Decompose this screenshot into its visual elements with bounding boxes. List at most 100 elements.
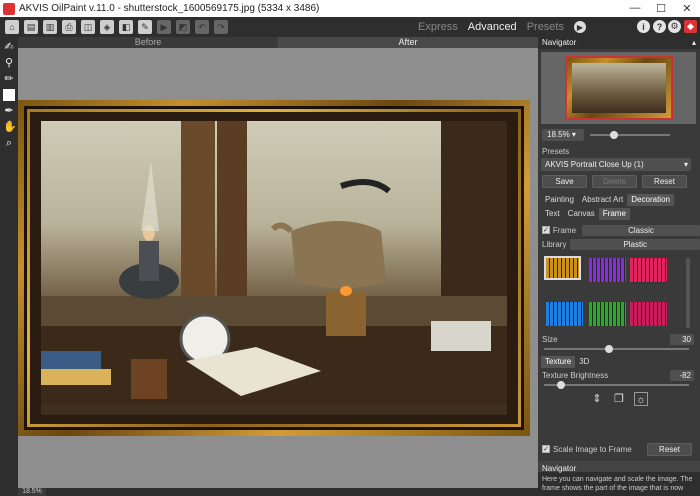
preset-value: AKVIS Portrait Close Up (1) [545,160,644,169]
library-value: Plastic [623,239,647,249]
tab-after[interactable]: After [278,37,538,48]
save-preset-button[interactable]: Save [542,175,587,188]
app-logo-icon [3,2,15,15]
tool-column: ✍ ⚲ ✏ ✒ ✋ ⌕ [0,37,18,496]
navigator-thumbnail[interactable] [565,56,673,120]
print-icon[interactable]: ⎙ [62,20,76,34]
framed-painting [18,100,530,436]
size-input[interactable]: 30 [670,333,694,345]
undo-icon[interactable]: ↶ [195,20,209,34]
mode-switcher: Express Advanced Presets ▶ [418,17,586,37]
maximize-button[interactable]: ☐ [648,2,674,15]
tab-abstract-art[interactable]: Abstract Art [578,194,627,206]
brush-settings-icon[interactable]: ✎ [138,20,152,34]
settings-gear-icon[interactable]: ⚙ [668,20,681,33]
texture-brightness-input[interactable]: -82 [670,369,694,381]
library-label: Library [542,239,567,249]
close-button[interactable]: ✕ [674,2,700,15]
direction-tool-icon[interactable]: ✍ [3,41,15,53]
tab-frame[interactable]: Frame [598,208,630,220]
info-icon[interactable]: i [637,20,650,33]
presets-label: Presets [542,147,570,156]
swatch-scrollbar[interactable] [686,258,690,328]
frame-type-select[interactable]: Classic [582,224,700,236]
mode-advanced[interactable]: Advanced [468,21,517,33]
texture-brightness-slider[interactable] [544,381,689,389]
batch-icon[interactable]: ◫ [81,20,95,34]
scale-image-checkbox[interactable]: ✓ [542,445,550,453]
tab-texture[interactable]: Texture [541,356,576,368]
tab-before[interactable]: Before [18,37,278,48]
zoom-tool-icon[interactable]: ⌕ [3,137,15,149]
sun-brightness-icon[interactable]: ☼ [634,392,648,406]
pencil-tool-icon[interactable]: ✏ [3,73,15,85]
run-processing-icon[interactable]: ▶ [573,21,586,33]
delete-preset-button[interactable]: Delete [592,175,637,188]
canvas-icon[interactable]: ◧ [119,20,133,34]
help-title: Navigator [538,461,700,473]
frame-swatch-grid [542,254,690,332]
gift-icon[interactable]: ◆ [684,20,697,33]
scale-image-label: Scale Image to Frame [553,444,632,454]
stroke-icon[interactable]: ◩ [176,20,190,34]
window-title: AKVIS OilPaint v.11.0 - shutterstock_160… [19,3,320,14]
size-slider[interactable] [544,345,689,353]
toolbar: ⌂ ▤ ▥ ⎙ ◫ ◈ ◧ ✎ ▶ ◩ ↶ ↷ Express Advanced… [0,17,700,37]
color-swatch-icon[interactable] [3,89,15,101]
book-icon[interactable]: ❐ [612,392,626,406]
help-icon[interactable]: ? [653,20,666,33]
save-file-icon[interactable]: ▥ [43,20,57,34]
tab-decoration[interactable]: Decoration [627,194,674,206]
minimize-button[interactable]: — [622,2,648,15]
frame-swatch[interactable] [630,302,667,326]
settings-panel: Navigator ▴ 18.5% ▾ Presets AKVIS Portra… [538,37,700,496]
painting-image [41,121,507,415]
tab-painting[interactable]: Painting [541,194,578,206]
apply-icon[interactable]: ▶ [157,20,171,34]
frame-swatch[interactable] [630,258,667,282]
open-file-icon[interactable]: ▤ [24,20,38,34]
zoom-slider[interactable] [590,131,670,139]
frame-swatch[interactable] [546,302,583,326]
help-text: Here you can navigate and scale the imag… [542,476,693,492]
redo-icon[interactable]: ↷ [214,20,228,34]
zoom-select[interactable]: 18.5% ▾ [542,129,584,141]
zoom-value: 18.5% [547,130,570,139]
tab-3d[interactable]: 3D [575,356,593,368]
navigator-title: Navigator [542,38,577,47]
tab-canvas[interactable]: Canvas [564,208,599,220]
share-icon[interactable]: ◈ [100,20,114,34]
navigator-header[interactable]: Navigator ▴ [538,37,700,49]
tab-text[interactable]: Text [541,208,564,220]
reset-preset-button[interactable]: Reset [642,175,687,188]
navigator-preview[interactable] [541,52,696,124]
reset-scale-button[interactable]: Reset [647,442,692,456]
zoom-slider-knob[interactable] [610,131,618,139]
texture-brightness-knob[interactable] [557,381,566,389]
zoom-status: 18.5% [18,488,46,496]
hand-tool-icon[interactable]: ✋ [3,121,17,133]
frame-checkbox-label: Frame [552,225,577,235]
texture-brightness-label: Texture Brightness [542,370,609,380]
still-life-illustration [41,121,507,405]
mode-express[interactable]: Express [418,21,458,33]
eyedropper-tool-icon[interactable]: ✒ [3,105,15,117]
mode-presets[interactable]: Presets [527,21,564,33]
stroke-tool-icon[interactable]: ⚲ [3,57,15,69]
size-slider-knob[interactable] [605,345,614,353]
size-label: Size [542,334,558,344]
title-bar: AKVIS OilPaint v.11.0 - shutterstock_160… [0,0,700,17]
collapse-icon[interactable]: ▴ [692,37,696,49]
chevron-down-icon: ▾ [683,160,688,169]
library-select[interactable]: Plastic [570,238,700,250]
frame-type-value: Classic [628,225,654,235]
frame-checkbox[interactable]: ✓ [542,226,550,234]
fit-vertical-icon[interactable]: ⇕ [590,392,604,406]
frame-swatch[interactable] [589,258,626,282]
status-bar [18,488,538,496]
preset-select[interactable]: AKVIS Portrait Close Up (1) ▾ [541,158,691,171]
help-panel: Navigator Here you can navigate and scal… [538,461,700,496]
frame-swatch[interactable] [589,302,626,326]
frame-swatch[interactable] [544,256,581,280]
home-icon[interactable]: ⌂ [5,20,19,34]
